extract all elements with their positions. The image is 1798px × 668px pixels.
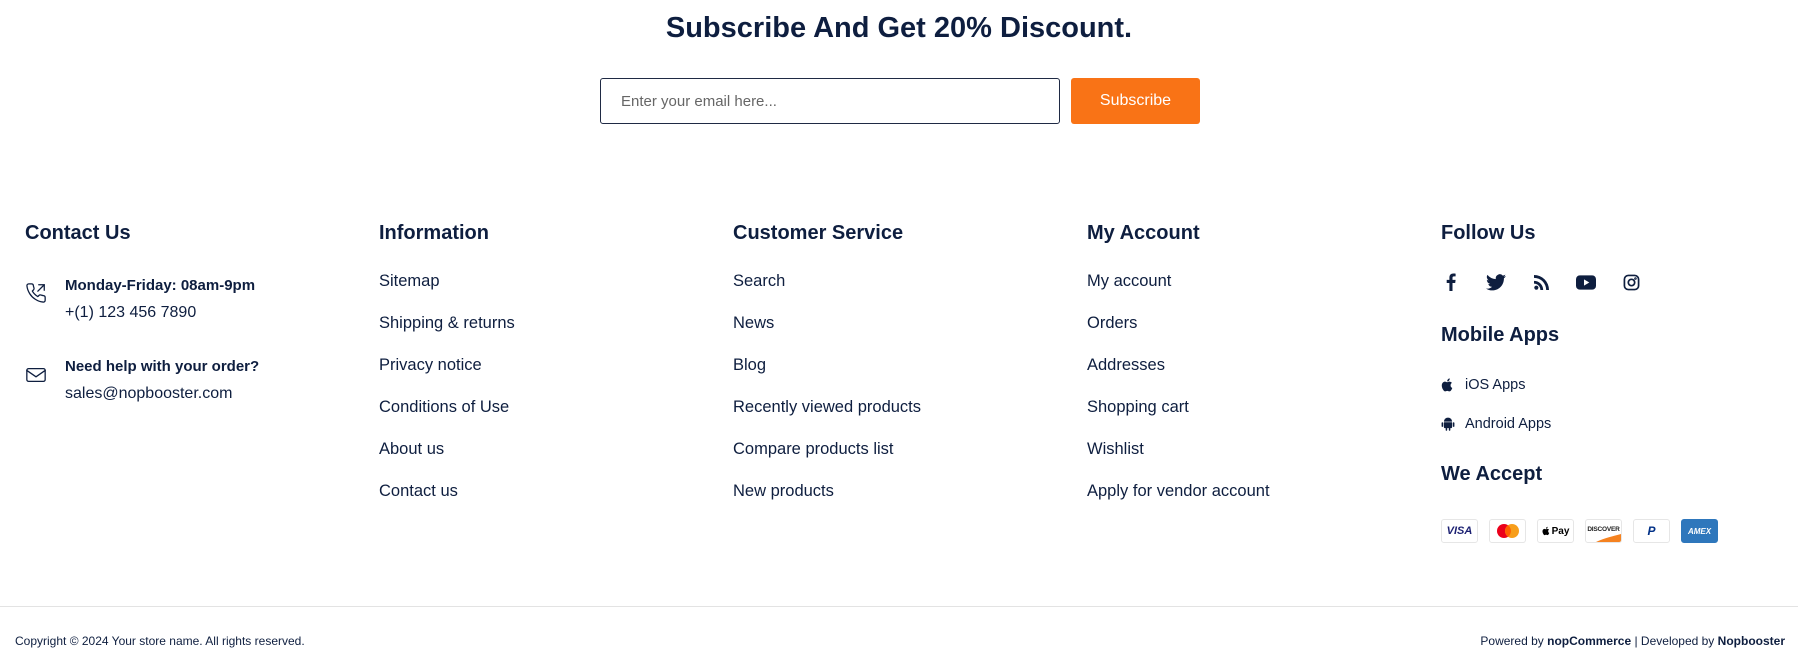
link-compare-products[interactable]: Compare products list [733,440,893,458]
phone-number[interactable]: +(1) 123 456 7890 [65,304,196,322]
social-links [1441,272,1666,292]
link-about-us[interactable]: About us [379,440,444,458]
twitter-icon[interactable] [1486,272,1506,292]
my-account-links: My account Orders Addresses Shopping car… [1087,272,1270,524]
rss-icon[interactable] [1531,272,1551,292]
link-news[interactable]: News [733,314,774,332]
facebook-icon[interactable] [1441,272,1461,292]
link-apply-vendor[interactable]: Apply for vendor account [1087,482,1270,500]
link-new-products[interactable]: New products [733,482,834,500]
youtube-icon[interactable] [1576,272,1596,292]
email-input[interactable] [600,78,1060,124]
we-accept-title: We Accept [1441,463,1543,485]
mobile-apps-title: Mobile Apps [1441,324,1560,346]
link-shopping-cart[interactable]: Shopping cart [1087,398,1189,416]
information-title: Information [379,222,489,244]
paypal-card-icon: P [1633,519,1670,543]
follow-title: Follow Us [1441,222,1536,244]
subscribe-button[interactable]: Subscribe [1071,78,1200,124]
android-icon [1441,417,1455,431]
link-recently-viewed[interactable]: Recently viewed products [733,398,921,416]
information-column: Information Sitemap Shipping & returns P… [379,220,709,500]
footer-divider [0,606,1798,607]
subscribe-title: Subscribe And Get 20% Discount. [665,12,1133,44]
link-sitemap[interactable]: Sitemap [379,272,440,290]
ios-apps-link[interactable]: iOS Apps [1441,377,1525,393]
customer-service-column: Customer Service Search News Blog Recent… [733,220,1063,500]
discover-card-icon: DISCOVER [1585,519,1622,543]
apple-pay-icon: Pay [1537,519,1574,543]
contact-column: Contact Us Monday-Friday: 08am-9pm +(1) … [25,220,355,402]
customer-service-links: Search News Blog Recently viewed product… [733,272,921,524]
nopcommerce-link[interactable]: nopCommerce [1547,634,1631,648]
help-label: Need help with your order? [65,358,260,375]
contact-title: Contact Us [25,222,131,244]
nopbooster-link[interactable]: Nopbooster [1718,634,1785,648]
link-my-account[interactable]: My account [1087,272,1171,290]
instagram-icon[interactable] [1621,272,1641,292]
powered-by: Powered by nopCommerce | Developed by No… [1480,634,1785,648]
link-contact-us[interactable]: Contact us [379,482,458,500]
amex-card-icon: AMEX [1681,519,1718,543]
my-account-title: My Account [1087,222,1200,244]
visa-card-icon: VISA [1441,519,1478,543]
link-shipping-returns[interactable]: Shipping & returns [379,314,515,332]
phone-icon [25,282,47,304]
mastercard-icon [1489,519,1526,543]
link-search[interactable]: Search [733,272,785,290]
ios-apps-label: iOS Apps [1465,377,1526,393]
android-apps-label: Android Apps [1465,416,1552,432]
link-privacy-notice[interactable]: Privacy notice [379,356,482,374]
customer-service-title: Customer Service [733,222,904,244]
link-orders[interactable]: Orders [1087,314,1137,332]
hours-label: Monday-Friday: 08am-9pm [65,277,256,294]
email-link[interactable]: sales@nopbooster.com [65,385,232,403]
copyright-text: Copyright © 2024 Your store name. All ri… [15,634,305,648]
link-blog[interactable]: Blog [733,356,766,374]
information-links: Sitemap Shipping & returns Privacy notic… [379,272,515,524]
android-apps-link[interactable]: Android Apps [1441,416,1551,432]
payment-cards: VISA Pay DISCOVER P AMEX [1441,519,1729,543]
link-conditions-of-use[interactable]: Conditions of Use [379,398,509,416]
link-addresses[interactable]: Addresses [1087,356,1165,374]
mail-icon [25,364,47,386]
link-wishlist[interactable]: Wishlist [1087,440,1144,458]
apple-icon [1441,378,1455,392]
my-account-column: My Account My account Orders Addresses S… [1087,220,1417,500]
follow-column: Follow Us Mobile Apps iOS Apps Android A… [1441,220,1781,543]
